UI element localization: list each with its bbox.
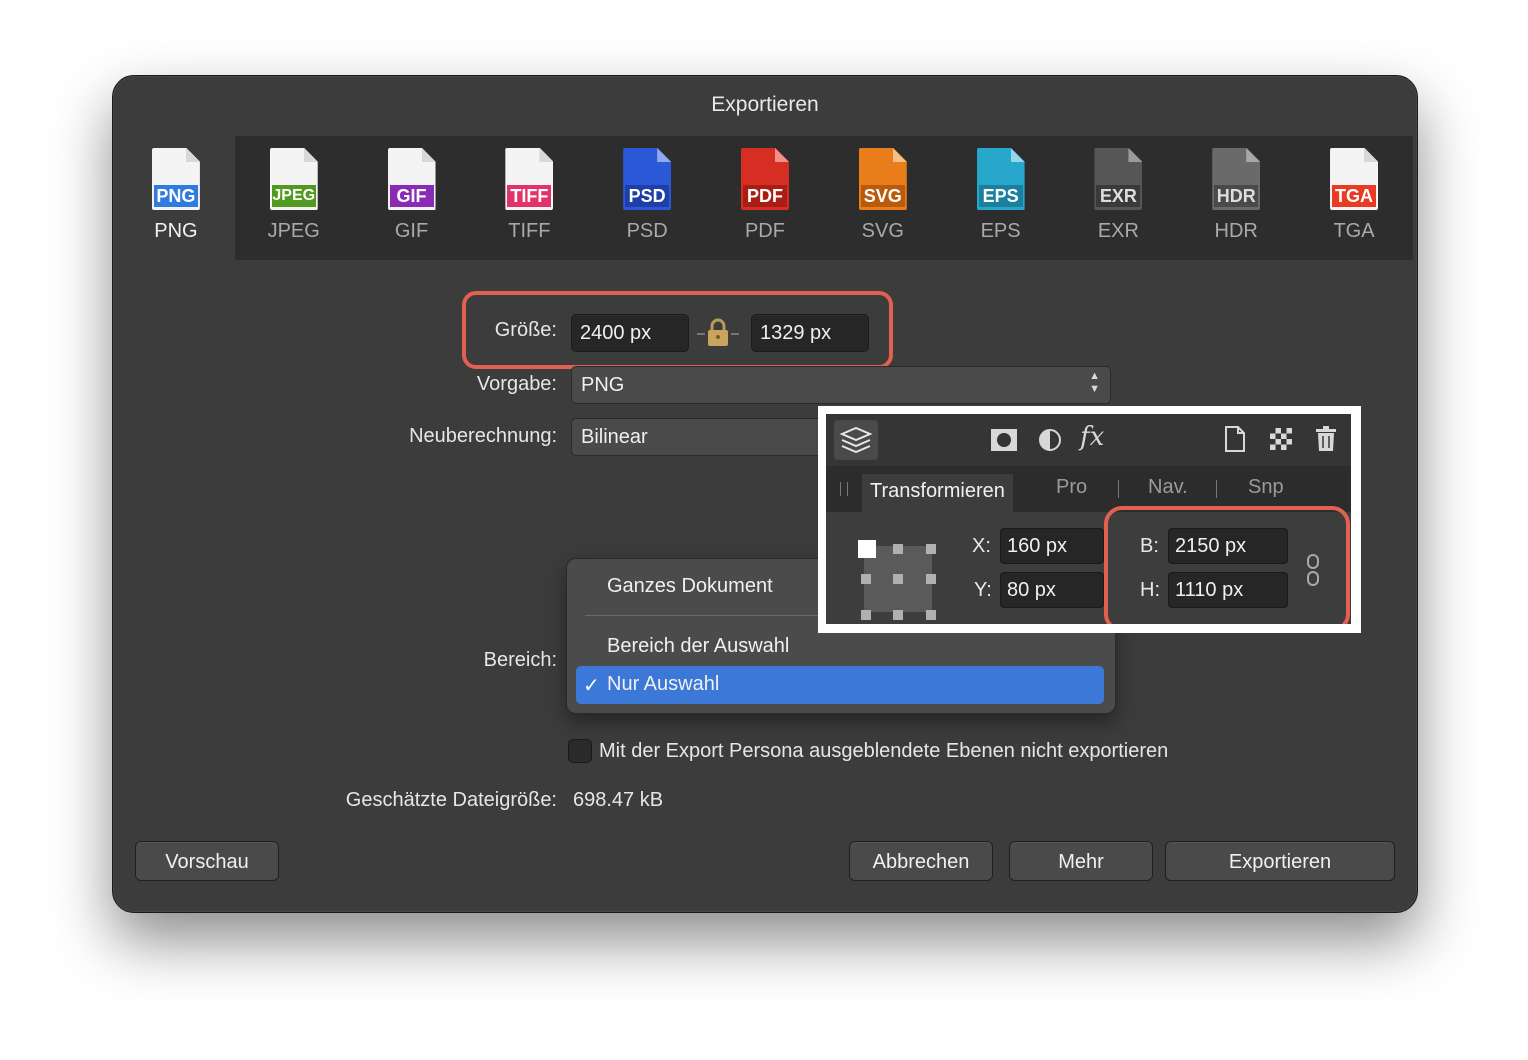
hdr-file-icon: HDR	[1212, 148, 1261, 210]
size-highlight	[462, 291, 893, 369]
adjustment-icon[interactable]	[1038, 428, 1062, 457]
format-label: PDF	[744, 220, 785, 242]
resample-value: Bilinear	[581, 426, 648, 448]
eps-file-icon: EPS	[976, 148, 1025, 210]
y-label: Y:	[974, 579, 992, 601]
tiff-file-icon: TIFF	[505, 148, 554, 210]
format-label: EPS	[980, 220, 1021, 242]
more-button[interactable]: Mehr	[1009, 841, 1153, 881]
hidden-layers-checkbox[interactable]	[568, 739, 592, 763]
format-tab-hdr[interactable]: HDR HDR	[1177, 136, 1295, 260]
format-tab-eps[interactable]: EPS EPS	[942, 136, 1060, 260]
format-tab-jpeg[interactable]: JPEG JPEG	[235, 136, 353, 260]
format-label: PSD	[626, 220, 668, 242]
resample-label: Neuberechnung:	[409, 425, 557, 447]
mask-icon[interactable]	[990, 428, 1018, 457]
preview-button[interactable]: Vorschau	[135, 841, 279, 881]
tab-navigator[interactable]: Nav.	[1148, 476, 1188, 499]
menu-item-whole-document[interactable]: Ganzes Dokument	[607, 575, 773, 598]
transform-panel-inset: fx Transformieren Pro Nav. Snp X: 160 px…	[818, 406, 1361, 633]
panel-grip-icon	[840, 482, 848, 496]
tab-pro[interactable]: Pro	[1056, 476, 1087, 499]
cancel-button[interactable]: Abbrechen	[849, 841, 993, 881]
format-label: TGA	[1333, 220, 1375, 242]
format-tab-exr[interactable]: EXR EXR	[1060, 136, 1178, 260]
dimensions-highlight	[1104, 506, 1350, 624]
x-label: X:	[972, 535, 991, 557]
menu-item-selection-only[interactable]: Nur Auswahl	[607, 673, 719, 696]
trash-icon[interactable]	[1316, 426, 1336, 457]
preset-value: PNG	[581, 374, 625, 396]
format-label: HDR	[1214, 220, 1258, 242]
hidden-layers-label: Mit der Export Persona ausgeblendete Ebe…	[599, 740, 1169, 762]
format-tab-png[interactable]: PNG PNG	[117, 136, 235, 260]
filesize-value: 698.47 kB	[573, 789, 664, 811]
preset-label: Vorgabe:	[476, 373, 557, 395]
dialog-title: Exportieren	[711, 93, 819, 116]
format-label: PNG	[154, 220, 198, 242]
tab-snapshots[interactable]: Snp	[1248, 476, 1284, 499]
checkerboard-icon[interactable]	[1270, 428, 1292, 455]
chevron-updown-icon: ▲ ▼	[1089, 370, 1100, 395]
format-label: TIFF	[508, 220, 551, 242]
export-button[interactable]: Exportieren	[1165, 841, 1395, 881]
transform-panel: fx Transformieren Pro Nav. Snp X: 160 px…	[826, 414, 1351, 624]
format-tab-psd[interactable]: PSD PSD	[588, 136, 706, 260]
tab-transform[interactable]: Transformieren	[862, 474, 1013, 512]
format-toolbar: PNG PNG JPEG JPEG GIF GIF TIFF TIFF PSD …	[117, 136, 1413, 260]
pdf-file-icon: PDF	[740, 148, 789, 210]
preset-select[interactable]: PNG ▲ ▼	[571, 366, 1111, 404]
y-field[interactable]: 80 px	[1000, 572, 1104, 608]
svg-file-icon: SVG	[858, 148, 907, 210]
format-tab-tga[interactable]: TGA TGA	[1295, 136, 1413, 260]
layers-icon[interactable]	[834, 420, 878, 460]
tga-file-icon: TGA	[1330, 148, 1379, 210]
new-document-icon[interactable]	[1224, 426, 1246, 457]
format-tab-svg[interactable]: SVG SVG	[824, 136, 942, 260]
filesize-label: Geschätzte Dateigröße:	[345, 789, 557, 811]
format-tab-pdf[interactable]: PDF PDF	[706, 136, 824, 260]
checkmark-icon: ✓	[583, 675, 600, 697]
format-label: GIF	[394, 220, 429, 242]
format-label: JPEG	[267, 220, 320, 242]
format-label: EXR	[1097, 220, 1139, 242]
menu-item-selection-area[interactable]: Bereich der Auswahl	[607, 635, 789, 658]
panel-toolbar: fx	[826, 414, 1351, 466]
exr-file-icon: EXR	[1094, 148, 1143, 210]
x-field[interactable]: 160 px	[1000, 528, 1104, 564]
jpeg-file-icon: JPEG	[269, 148, 318, 210]
anchor-point-selector[interactable]	[858, 540, 938, 620]
format-tab-tiff[interactable]: TIFF TIFF	[470, 136, 588, 260]
format-tab-gif[interactable]: GIF GIF	[353, 136, 471, 260]
fx-icon[interactable]: fx	[1080, 422, 1104, 452]
gif-file-icon: GIF	[387, 148, 436, 210]
area-label: Bereich:	[483, 649, 557, 671]
psd-file-icon: PSD	[623, 148, 672, 210]
png-file-icon: PNG	[151, 148, 200, 210]
format-label: SVG	[861, 220, 904, 242]
